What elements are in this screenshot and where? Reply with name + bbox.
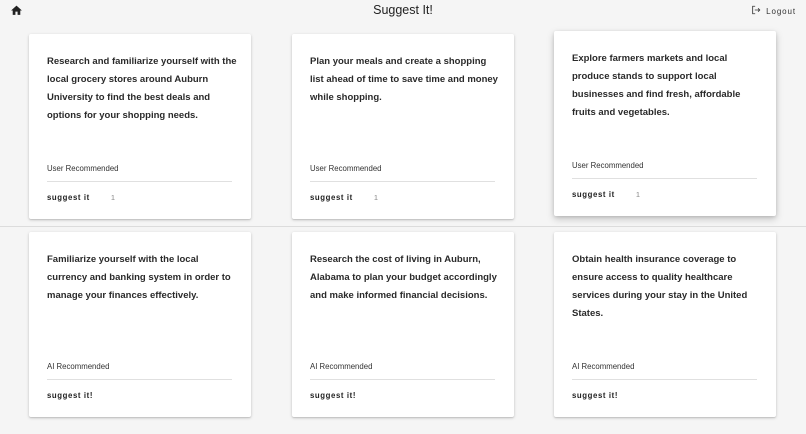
card-divider [47, 181, 232, 182]
logout-label: Logout [766, 6, 796, 16]
suggest-it-button[interactable]: suggest it [310, 193, 353, 202]
card-divider [310, 379, 495, 380]
row-divider [0, 226, 806, 227]
suggest-it-button[interactable]: suggest it! [572, 391, 618, 400]
suggestion-card: Plan your meals and create a shopping li… [292, 34, 514, 219]
suggest-it-button[interactable]: suggest it! [310, 391, 356, 400]
logout-button[interactable]: Logout [751, 4, 796, 18]
card-text: Obtain health insurance coverage to ensu… [572, 254, 748, 319]
card-source-label: User Recommended [572, 161, 644, 170]
card-source-label: User Recommended [310, 164, 382, 173]
suggest-count: 1 [635, 189, 640, 199]
card-source-label: AI Recommended [572, 362, 635, 371]
card-text: Explore farmers markets and local produc… [572, 53, 741, 118]
card-actions: suggest it 1 [572, 188, 640, 200]
card-text: Research and familiarize yourself with t… [47, 56, 237, 121]
card-divider [572, 178, 757, 179]
card-actions: suggest it! [47, 389, 93, 401]
card-divider [47, 379, 232, 380]
card-text: Familiarize yourself with the local curr… [47, 254, 231, 301]
card-text: Plan your meals and create a shopping li… [310, 56, 498, 103]
card-actions: suggest it 1 [310, 191, 378, 203]
suggest-it-button[interactable]: suggest it [47, 193, 90, 202]
card-source-label: User Recommended [47, 164, 119, 173]
suggestion-card: Explore farmers markets and local produc… [554, 31, 776, 216]
card-actions: suggest it! [310, 389, 356, 401]
suggestion-card: Research and familiarize yourself with t… [29, 34, 251, 219]
card-source-label: AI Recommended [310, 362, 373, 371]
app-root: Suggest It! Logout Research and familiar… [0, 0, 806, 434]
top-bar: Suggest It! Logout [0, 0, 806, 22]
card-actions: suggest it! [572, 389, 618, 401]
card-actions: suggest it 1 [47, 191, 115, 203]
card-divider [572, 379, 757, 380]
suggestion-card: Research the cost of living in Auburn, A… [292, 232, 514, 417]
suggest-count: 1 [373, 192, 378, 202]
card-divider [310, 181, 495, 182]
page-title: Suggest It! [373, 3, 433, 17]
suggest-count: 1 [110, 192, 115, 202]
suggestion-card: Familiarize yourself with the local curr… [29, 232, 251, 417]
logout-icon [751, 2, 761, 20]
card-text: Research the cost of living in Auburn, A… [310, 254, 497, 301]
suggest-it-button[interactable]: suggest it [572, 190, 615, 199]
card-source-label: AI Recommended [47, 362, 110, 371]
suggestion-card: Obtain health insurance coverage to ensu… [554, 232, 776, 417]
suggest-it-button[interactable]: suggest it! [47, 391, 93, 400]
